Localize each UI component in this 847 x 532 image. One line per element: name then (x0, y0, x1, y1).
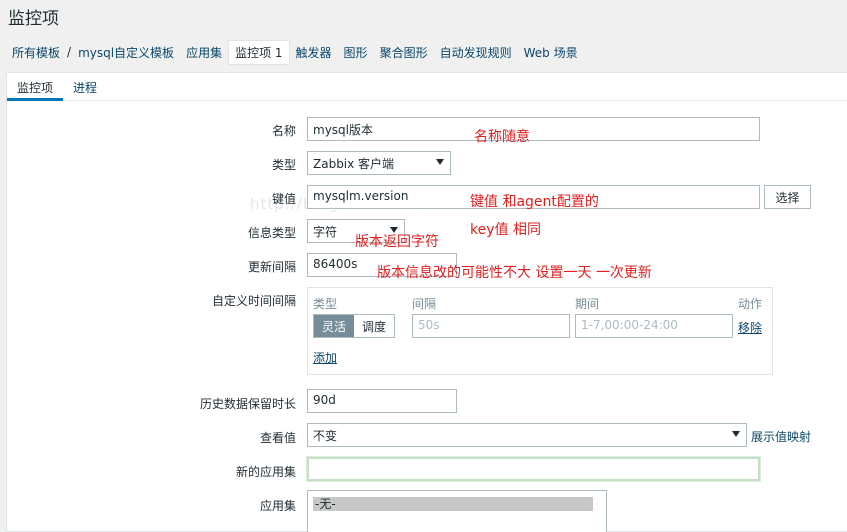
application-option-none[interactable]: -无- (313, 497, 593, 511)
tab-graphs[interactable]: 图形 (338, 40, 374, 65)
breadcrumb: 所有模板 / mysql自定义模板 应用集 监控项 1 触发器 图形 聚合图形 … (0, 38, 847, 66)
flex-period-input[interactable]: 1-7,00:00-24:00 (575, 314, 733, 338)
custom-intervals-table: 类型 间隔 期间 动作 灵活 调度 50s 1-7,00:00-24:00 移除… (307, 287, 773, 375)
custom-intervals-label: 自定义时间间隔 (211, 294, 296, 308)
key-annotation-2: key值 相同 (470, 222, 541, 238)
chevron-down-icon (732, 431, 740, 437)
key-label: 键值 (271, 192, 296, 206)
col-interval-header: 间隔 (412, 297, 437, 311)
interval-mode-toggle: 灵活 调度 (313, 314, 396, 338)
tab-screens[interactable]: 聚合图形 (374, 40, 434, 65)
show-value-select[interactable]: 不变 (307, 423, 747, 447)
name-input[interactable]: mysql版本 (307, 117, 760, 141)
show-value-select-value: 不变 (313, 429, 338, 443)
form-tabs: 监控项 进程 (7, 73, 847, 101)
col-period-header: 期间 (575, 297, 600, 311)
breadcrumb-template[interactable]: mysql自定义模板 (72, 40, 180, 65)
info-type-label: 信息类型 (247, 226, 296, 240)
tab-triggers[interactable]: 触发器 (290, 40, 338, 65)
type-select-value: Zabbix 客户端 (313, 157, 395, 171)
chevron-down-icon (436, 159, 444, 165)
col-action-header: 动作 (738, 297, 763, 311)
info-type-select-value: 字符 (313, 225, 338, 239)
interval-annotation: 版本信息改的可能性不大 设置一天 一次更新 (377, 265, 652, 281)
info-type-annotation: 版本返回字符 (355, 234, 439, 250)
new-application-label: 新的应用集 (235, 465, 296, 479)
tab-web-scenarios[interactable]: Web 场景 (518, 40, 584, 65)
interval-label: 更新间隔 (247, 260, 296, 274)
tab-discovery-rules[interactable]: 自动发现规则 (434, 40, 518, 65)
tab-preprocessing[interactable]: 进程 (63, 73, 107, 101)
remove-link[interactable]: 移除 (738, 319, 762, 336)
key-annotation-1: 键值 和agent配置的 (470, 194, 599, 210)
show-value-mapping-link[interactable]: 展示值映射 (751, 428, 811, 445)
tab-items[interactable]: 监控项 1 (228, 39, 290, 65)
show-value-label: 查看值 (259, 431, 296, 445)
applications-label: 应用集 (259, 499, 296, 513)
name-annotation: 名称随意 (474, 129, 530, 145)
type-select[interactable]: Zabbix 客户端 (307, 151, 451, 175)
name-label: 名称 (271, 124, 296, 138)
flex-interval-input[interactable]: 50s (412, 314, 570, 338)
applications-listbox[interactable]: -无- (307, 490, 607, 532)
col-type-header: 类型 (313, 297, 338, 311)
breadcrumb-all-templates[interactable]: 所有模板 (6, 40, 66, 65)
type-label: 类型 (271, 158, 296, 172)
mode-flexible-button[interactable]: 灵活 (314, 315, 355, 337)
mode-scheduling-button[interactable]: 调度 (354, 315, 395, 337)
tab-applications[interactable]: 应用集 (180, 40, 228, 65)
history-input[interactable]: 90d (307, 389, 457, 413)
history-label: 历史数据保留时长 (199, 397, 296, 411)
page-title: 监控项 (8, 9, 59, 29)
add-interval-link[interactable]: 添加 (313, 349, 337, 366)
key-select-button[interactable]: 选择 (764, 185, 811, 209)
tab-item[interactable]: 监控项 (7, 73, 64, 101)
new-application-input[interactable] (307, 457, 760, 481)
